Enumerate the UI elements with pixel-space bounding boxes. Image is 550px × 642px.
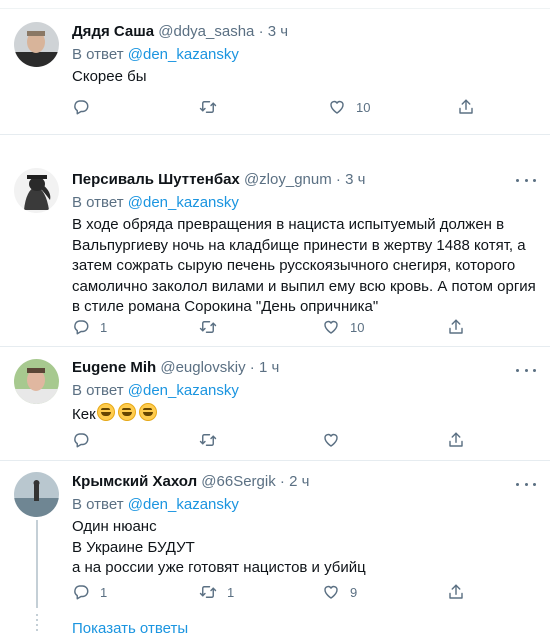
share-icon — [447, 431, 465, 449]
tweet-text: Кек — [72, 406, 96, 423]
top-divider — [0, 0, 550, 9]
reply-mention[interactable]: @den_kazansky — [128, 194, 239, 211]
like-count: 10 — [356, 99, 371, 115]
reply-context: В ответ @den_kazansky — [72, 495, 536, 515]
like-count: 9 — [350, 584, 358, 600]
like-icon — [322, 431, 340, 449]
like-button[interactable]: 9 — [322, 582, 357, 602]
reply-mention[interactable]: @den_kazansky — [128, 496, 239, 513]
display-name[interactable]: Персиваль Шуттенбах — [72, 171, 240, 188]
timestamp[interactable]: 3 ч — [268, 23, 288, 40]
display-name[interactable]: Eugene Mih — [72, 359, 156, 376]
retweet-icon — [199, 583, 217, 601]
timestamp[interactable]: 3 ч — [345, 171, 365, 188]
reply-mention[interactable]: @den_kazansky — [128, 46, 239, 63]
username[interactable]: @zloy_gnum — [244, 171, 332, 188]
retweet-button[interactable] — [199, 317, 217, 337]
retweet-icon — [199, 98, 217, 116]
reply-icon — [72, 583, 90, 601]
reply-button[interactable] — [72, 97, 90, 117]
tweet-actions: 1 1 9 — [72, 582, 472, 602]
reply-icon — [72, 431, 90, 449]
retweet-count: 1 — [227, 584, 235, 600]
tweet-2[interactable]: Персиваль Шуттенбах @zloy_gnum · 3 ч В о… — [0, 160, 550, 345]
grinning-face-icon — [138, 403, 157, 421]
tweet-actions: 10 — [72, 97, 472, 117]
tweet-actions: 1 10 — [72, 317, 472, 337]
avatar[interactable] — [14, 168, 59, 213]
tweet-text-line: В Украине БУДУТ — [72, 538, 195, 556]
grinning-face-icon — [117, 403, 136, 421]
reply-button[interactable] — [72, 430, 90, 450]
tweet-1[interactable]: Дядя Саша @ddya_sasha · 3 ч В ответ @den… — [0, 10, 550, 130]
tweet-text: Один нюанс В Украине БУДУТ а на россии у… — [72, 517, 536, 579]
username[interactable]: @66Sergik — [201, 473, 275, 490]
retweet-icon — [199, 431, 217, 449]
thread-connector — [36, 520, 38, 608]
avatar[interactable] — [14, 359, 59, 404]
like-icon — [322, 318, 340, 336]
tweet-header: Дядя Саша @ddya_sasha · 3 ч — [72, 22, 536, 42]
reply-count: 1 — [100, 319, 108, 335]
divider — [0, 134, 550, 135]
reply-icon — [72, 318, 90, 336]
tweet-header: Персиваль Шуттенбах @zloy_gnum · 3 ч — [72, 170, 536, 190]
show-replies-link[interactable]: Показать ответы — [72, 620, 188, 637]
separator-dot: · — [279, 473, 285, 490]
avatar[interactable] — [14, 22, 59, 67]
retweet-button[interactable]: 1 — [199, 582, 234, 602]
share-icon — [447, 318, 465, 336]
grinning-face-icon — [96, 403, 115, 421]
like-count: 10 — [350, 319, 365, 335]
reply-count: 1 — [100, 584, 108, 600]
timestamp[interactable]: 2 ч — [289, 473, 309, 490]
separator-dot: · — [258, 23, 264, 40]
retweet-icon — [199, 318, 217, 336]
reply-context: В ответ @den_kazansky — [72, 193, 536, 213]
tweet-text: В ходе обряда превращения в нациста испы… — [72, 216, 536, 315]
retweet-button[interactable] — [199, 97, 217, 117]
tweet-text: Скорее бы — [72, 68, 147, 85]
username[interactable]: @ddya_sasha — [158, 23, 254, 40]
reply-button[interactable]: 1 — [72, 582, 107, 602]
display-name[interactable]: Дядя Саша — [72, 23, 154, 40]
separator-dot: · — [249, 359, 255, 376]
reply-prefix: В ответ — [72, 194, 124, 211]
like-icon — [328, 98, 346, 116]
like-icon — [322, 583, 340, 601]
reply-context: В ответ @den_kazansky — [72, 45, 536, 65]
timestamp[interactable]: 1 ч — [259, 359, 279, 376]
avatar[interactable] — [14, 472, 59, 517]
retweet-button[interactable] — [199, 430, 217, 450]
reply-prefix: В ответ — [72, 496, 124, 513]
tweet-3[interactable]: Eugene Mih @euglovskiy · 1 ч В ответ @de… — [0, 346, 550, 458]
reply-context: В ответ @den_kazansky — [72, 381, 536, 401]
tweet-4[interactable]: Крымский Хахол @66Sergik · 2 ч В ответ @… — [0, 460, 550, 642]
share-button[interactable] — [447, 582, 465, 602]
tweet-text-container: Кек — [72, 403, 536, 426]
display-name[interactable]: Крымский Хахол — [72, 473, 197, 490]
share-button[interactable] — [457, 97, 475, 117]
share-button[interactable] — [447, 317, 465, 337]
separator-dot: · — [335, 171, 341, 188]
like-button[interactable]: 10 — [328, 97, 370, 117]
reply-mention[interactable]: @den_kazansky — [128, 382, 239, 399]
username[interactable]: @euglovskiy — [160, 359, 245, 376]
reply-button[interactable]: 1 — [72, 317, 107, 337]
share-button[interactable] — [447, 430, 465, 450]
reply-prefix: В ответ — [72, 382, 124, 399]
thread-dots — [36, 614, 38, 634]
tweet-text-line: Один нюанс — [72, 518, 157, 535]
tweet-header: Крымский Хахол @66Sergik · 2 ч — [72, 472, 536, 492]
share-icon — [457, 98, 475, 116]
tweet-text-line: а на россии уже готовят нацистов и убийц — [72, 559, 366, 576]
tweet-header: Eugene Mih @euglovskiy · 1 ч — [72, 358, 536, 378]
like-button[interactable] — [322, 430, 340, 450]
like-button[interactable]: 10 — [322, 317, 364, 337]
tweet-actions — [72, 430, 472, 450]
reply-prefix: В ответ — [72, 46, 124, 63]
share-icon — [447, 583, 465, 601]
reply-icon — [72, 98, 90, 116]
